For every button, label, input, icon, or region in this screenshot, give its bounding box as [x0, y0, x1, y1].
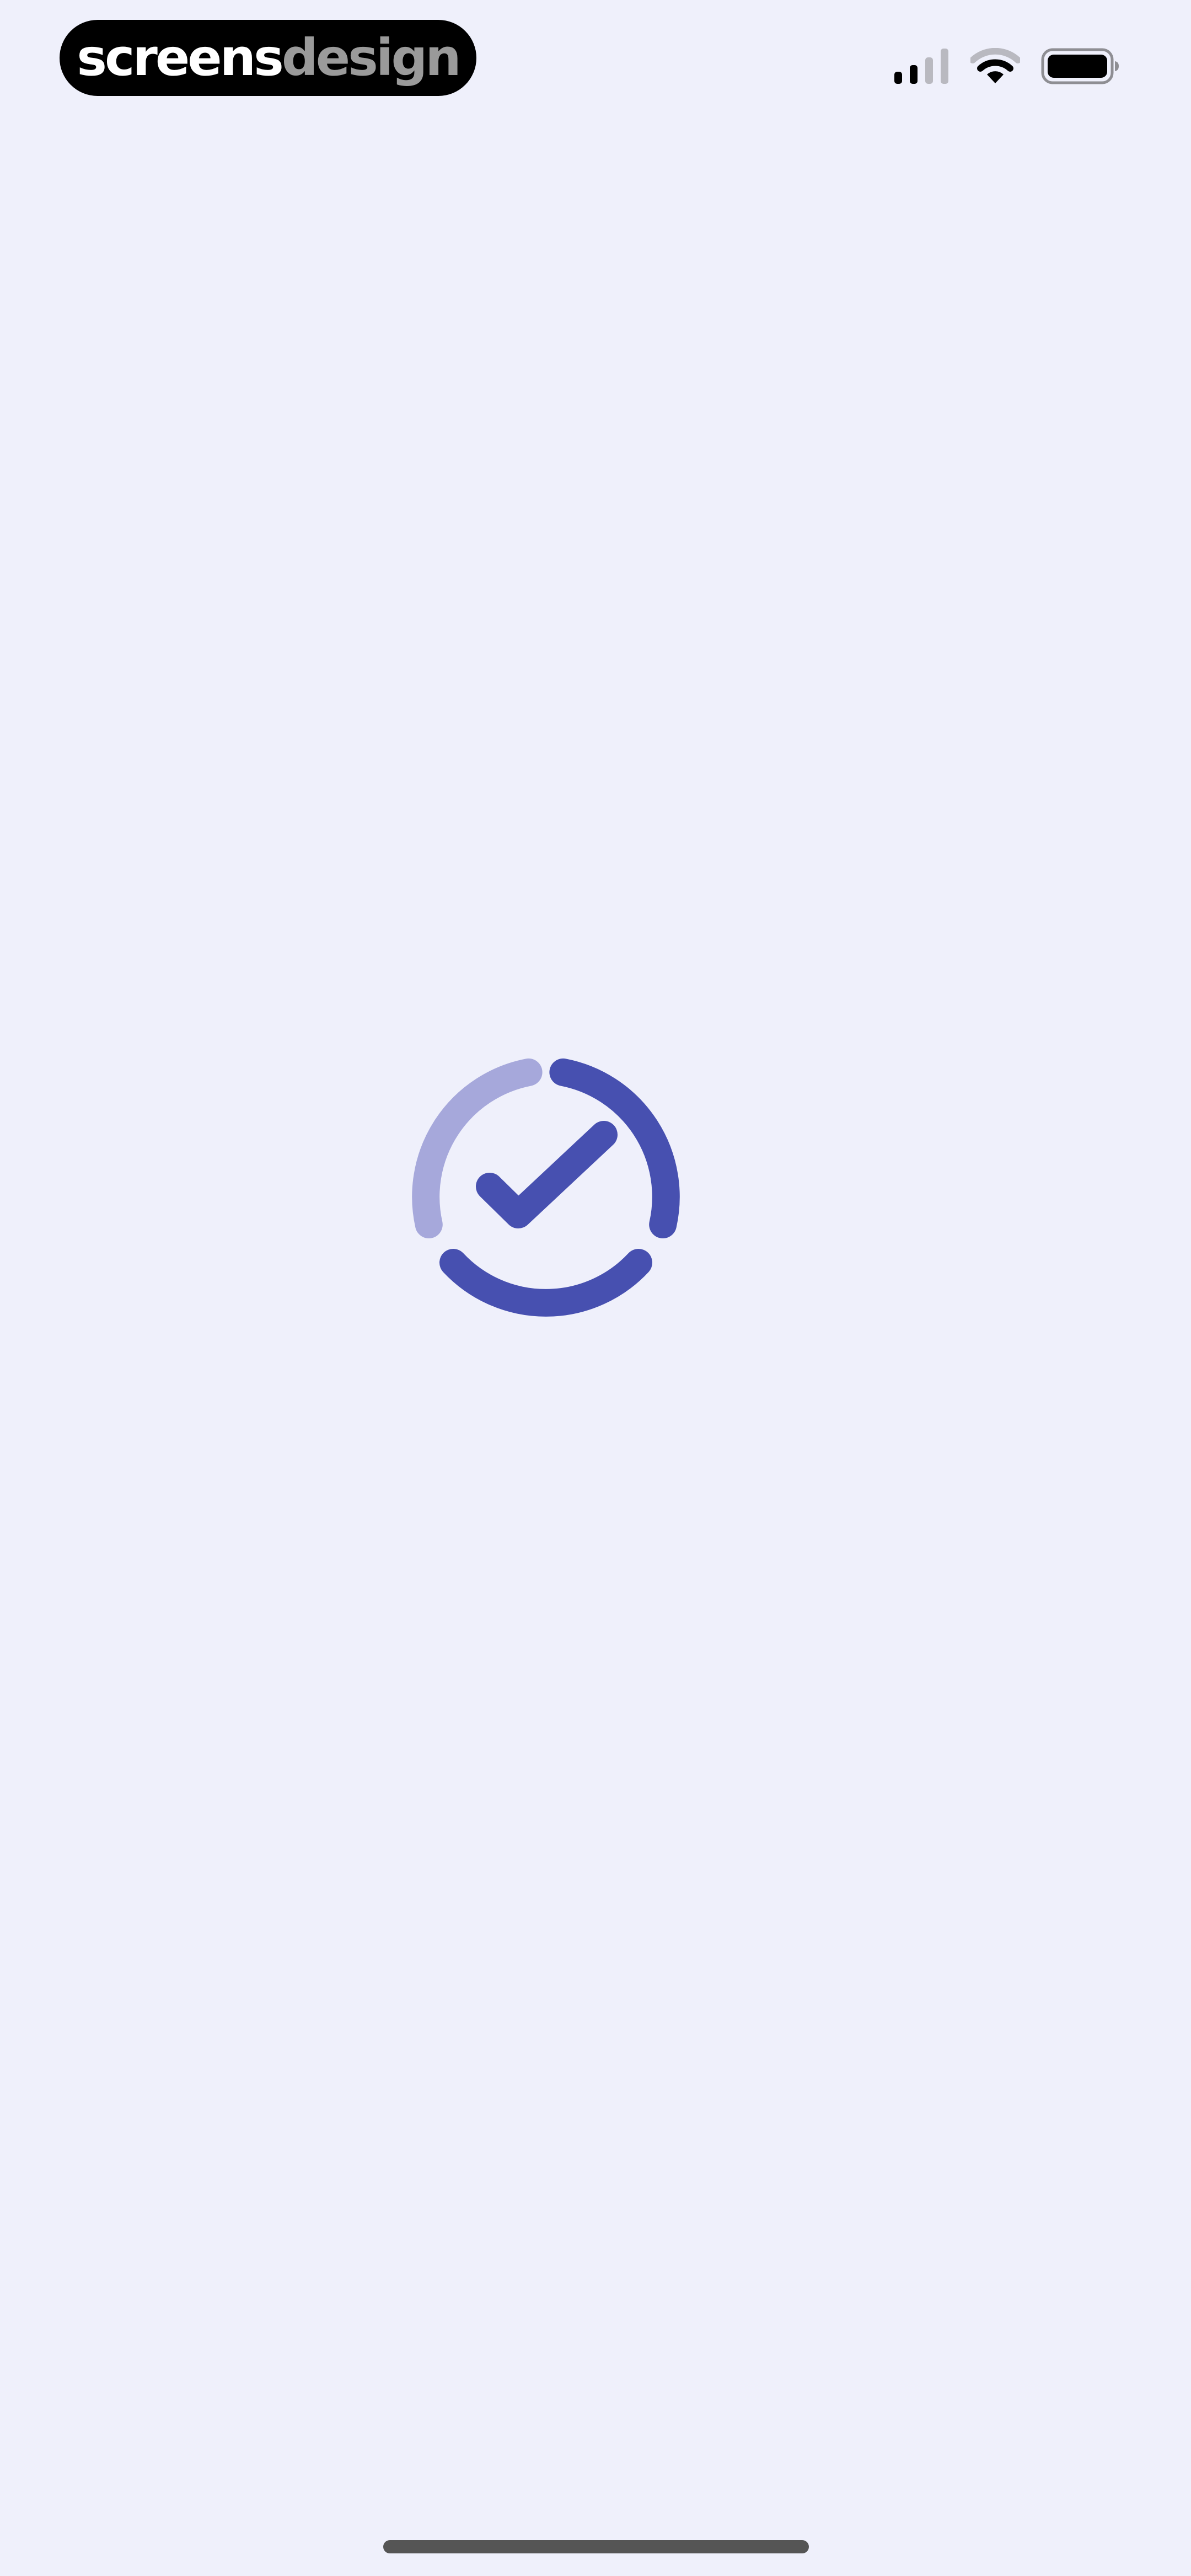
status-icons: [894, 47, 1119, 85]
splash-screen: screensdesign: [0, 0, 1191, 2576]
brand-logo-part1: screens: [77, 28, 284, 87]
check-circle-icon: [408, 1048, 684, 1324]
brand-logo-part2: design: [281, 28, 462, 87]
cellular-signal-icon: [894, 49, 949, 84]
battery-icon: [1041, 48, 1119, 84]
brand-logo: screensdesign: [77, 33, 462, 83]
wifi-icon: [970, 48, 1020, 84]
brand-badge: screensdesign: [60, 20, 476, 96]
status-bar: screensdesign: [0, 0, 1191, 121]
home-indicator[interactable]: [383, 2540, 809, 2553]
